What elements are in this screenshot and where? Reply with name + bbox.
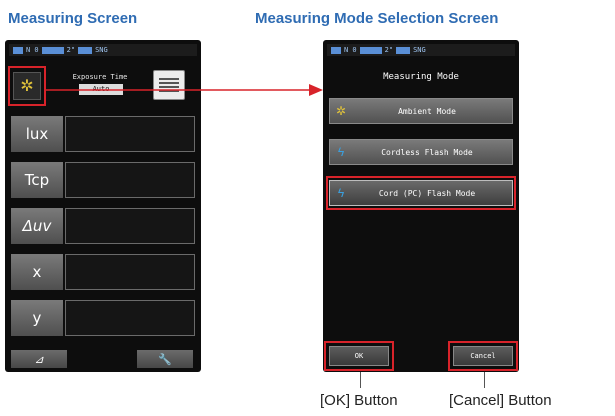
delta-icon: ⊿ bbox=[34, 353, 44, 366]
measure-row-label: x bbox=[11, 254, 63, 290]
exposure-time-value[interactable]: Auto bbox=[79, 84, 123, 95]
settings-button[interactable]: 🔧 bbox=[137, 350, 193, 368]
measure-row-value bbox=[65, 300, 195, 336]
status-block bbox=[41, 46, 64, 54]
measure-row-label: Tcp bbox=[11, 162, 63, 198]
measure-row-x[interactable]: x bbox=[11, 254, 195, 290]
mode-button-highlight bbox=[8, 66, 46, 106]
menu-item-label: Cordless Flash Mode bbox=[381, 147, 473, 157]
ok-callout-label: [OK] Button bbox=[320, 392, 398, 409]
cancel-callout-line bbox=[484, 372, 485, 388]
status-block bbox=[78, 46, 93, 54]
measure-row-label: Δuv bbox=[11, 208, 63, 244]
mode-selection-screen-caption: Measuring Mode Selection Screen bbox=[255, 10, 499, 27]
menu-item-label: Ambient Mode bbox=[398, 106, 456, 116]
memory-icon[interactable] bbox=[153, 70, 185, 100]
battery-icon bbox=[13, 46, 23, 54]
ok-button-highlight bbox=[324, 341, 394, 371]
flash-icon: ϟ bbox=[337, 145, 345, 159]
status-text-c: SNG bbox=[413, 46, 426, 54]
measuring-screen: N 0 2" SNG ✲ Exposure Time Auto lux Tcp … bbox=[5, 40, 201, 372]
status-text-b: 2" bbox=[66, 46, 76, 54]
measure-row-value bbox=[65, 254, 195, 290]
measure-row-label: y bbox=[11, 300, 63, 336]
exposure-time-label: Exposure Time bbox=[72, 73, 128, 81]
measure-row-label: lux bbox=[11, 116, 63, 152]
status-block bbox=[396, 46, 411, 54]
measure-row-duv[interactable]: Δuv bbox=[11, 208, 195, 244]
sun-icon: ✲ bbox=[335, 104, 347, 118]
measure-row-tcp[interactable]: Tcp bbox=[11, 162, 195, 198]
status-text-a: N 0 bbox=[26, 46, 39, 54]
delta-button[interactable]: ⊿ bbox=[11, 350, 67, 368]
wrench-icon: 🔧 bbox=[158, 353, 172, 366]
mode-selection-screen: N 0 2" SNG Measuring Mode ✲ Ambient Mode… bbox=[323, 40, 519, 372]
status-text-b: 2" bbox=[384, 46, 394, 54]
measure-row-value bbox=[65, 162, 195, 198]
status-bar: N 0 2" SNG bbox=[327, 44, 515, 56]
measure-row-lux[interactable]: lux bbox=[11, 116, 195, 152]
measuring-screen-caption: Measuring Screen bbox=[8, 10, 138, 27]
measure-row-value bbox=[65, 208, 195, 244]
mode-menu-title: Measuring Mode bbox=[383, 72, 459, 82]
cordless-flash-mode-button[interactable]: ϟ Cordless Flash Mode bbox=[329, 139, 513, 165]
cancel-button-highlight bbox=[448, 341, 518, 371]
cord-mode-highlight bbox=[326, 176, 516, 210]
status-text-c: SNG bbox=[95, 46, 108, 54]
status-bar: N 0 2" SNG bbox=[9, 44, 197, 56]
status-block bbox=[359, 46, 382, 54]
ok-callout-line bbox=[360, 372, 361, 388]
ambient-mode-button[interactable]: ✲ Ambient Mode bbox=[329, 98, 513, 124]
measure-row-y[interactable]: y bbox=[11, 300, 195, 336]
status-text-a: N 0 bbox=[344, 46, 357, 54]
measure-row-value bbox=[65, 116, 195, 152]
cancel-callout-label: [Cancel] Button bbox=[449, 392, 552, 409]
battery-icon bbox=[331, 46, 341, 54]
